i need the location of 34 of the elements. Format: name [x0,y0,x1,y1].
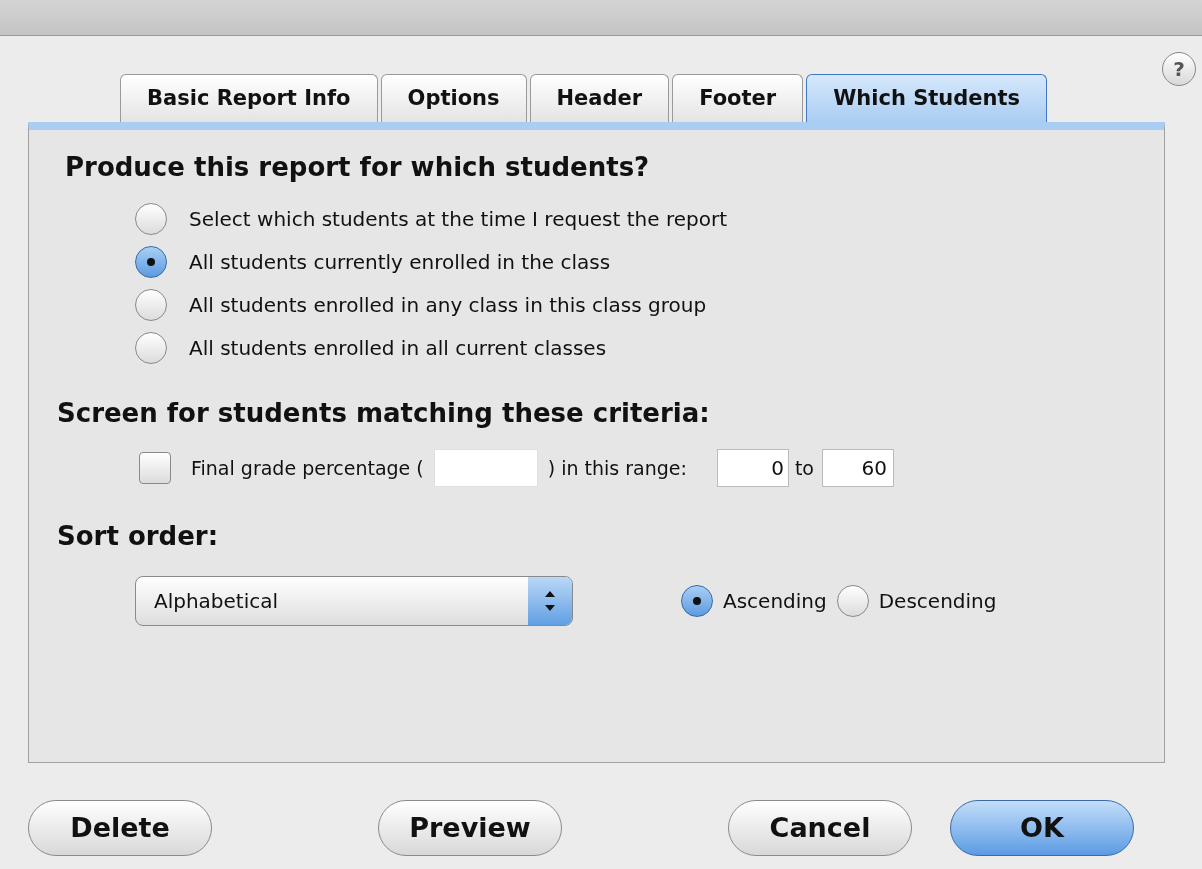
radio-button[interactable] [135,246,167,278]
radio-label: Descending [878,588,997,615]
dialog-button[interactable]: Delete [28,800,212,856]
dialog-button[interactable]: Cancel [728,800,912,856]
section-heading: Sort order: [57,520,220,553]
range-separator: to [794,455,814,481]
radio-label: Ascending [723,588,827,615]
percentage-field[interactable] [433,449,538,487]
range-to-field[interactable]: 60 [822,449,894,487]
tab[interactable]: Options [380,74,527,122]
section-heading: Screen for students matching these criteria: [57,397,711,430]
tab[interactable]: Which Students [806,74,1048,122]
dialog-button[interactable]: OK [950,800,1134,856]
radio-button[interactable] [836,585,869,617]
dialog-button[interactable]: Preview [378,800,562,856]
checkbox-label: Final grade percentage ( [191,455,424,481]
sort-popup[interactable]: Alphabetical [135,576,573,626]
radio-button[interactable] [135,332,167,364]
tab[interactable]: Header [529,74,670,122]
tab[interactable]: Basic Report Info [120,74,378,122]
tab[interactable]: Footer [672,74,804,122]
radio-label: Select which students at the time I request the report [189,206,727,233]
radio-button[interactable] [681,585,713,617]
section-heading: Produce this report for which students? [65,151,651,184]
stepper-arrows-icon [528,577,572,625]
range-from-field[interactable]: 0 [716,449,789,487]
radio-label: All students currently enrolled in the class [189,249,611,276]
radio-button[interactable] [135,203,167,235]
help-button[interactable]: ? [1162,52,1196,86]
range-label: ) in this range: [547,455,687,481]
radio-button[interactable] [135,289,167,321]
radio-label: All students enrolled in all current classes [189,335,607,362]
checkbox[interactable] [139,452,171,484]
radio-label: All students enrolled in any class in this class group [189,292,707,319]
